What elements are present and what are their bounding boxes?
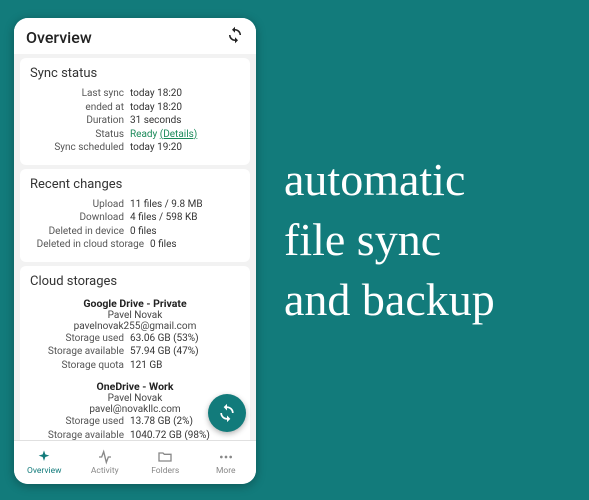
storage-name: OneDrive - Work [30, 380, 240, 393]
folder-icon [157, 449, 173, 465]
label: Storage available [30, 345, 130, 359]
row-ended: ended at today 18:20 [30, 101, 240, 115]
row-status: Status Ready (Details) [30, 128, 240, 142]
storage-name: Google Drive - Private [30, 297, 240, 310]
label: Storage available [30, 429, 130, 441]
value: 63.06 GB (53%) [130, 332, 240, 346]
more-icon [218, 449, 234, 465]
marketing-line: automatic [284, 150, 495, 210]
sync-fab[interactable] [208, 394, 246, 432]
sync-status-title: Sync status [30, 66, 240, 81]
label: Download [30, 211, 130, 225]
label: Upload [30, 198, 130, 212]
nav-label: Activity [91, 466, 119, 476]
recent-changes-title: Recent changes [30, 177, 240, 192]
value: today 18:20 [130, 101, 240, 115]
storage-email: pavelnovak255@gmail.com [30, 321, 240, 332]
row-avail: Storage available 57.94 GB (47%) [30, 345, 240, 359]
value: 0 files [130, 225, 240, 239]
storage-user: Pavel Novak [30, 310, 240, 321]
nav-label: Folders [151, 466, 179, 476]
activity-icon [97, 449, 113, 465]
row-download: Download 4 files / 598 KB [30, 211, 240, 225]
value: 31 seconds [130, 114, 240, 128]
label: Storage used [30, 332, 130, 346]
sync-status-card: Sync status Last sync today 18:20 ended … [20, 58, 250, 165]
marketing-line: file sync [284, 210, 495, 270]
nav-label: More [216, 466, 236, 476]
label: Duration [30, 114, 130, 128]
value: today 18:20 [130, 87, 240, 101]
status-ready: Ready [130, 129, 157, 140]
appbar: Overview [14, 18, 256, 54]
nav-overview[interactable]: Overview [14, 441, 75, 484]
nav-label: Overview [27, 466, 61, 476]
row-duration: Duration 31 seconds [30, 114, 240, 128]
marketing-text: automatic file sync and backup [284, 150, 495, 329]
value: 11 files / 9.8 MB [130, 198, 240, 212]
nav-activity[interactable]: Activity [75, 441, 136, 484]
content-scroll[interactable]: Sync status Last sync today 18:20 ended … [14, 54, 256, 440]
label: Status [30, 128, 130, 142]
nav-more[interactable]: More [196, 441, 257, 484]
row-deleted-cloud: Deleted in cloud storage 0 files [30, 238, 240, 252]
details-link[interactable]: (Details) [160, 129, 198, 140]
phone-frame: Overview Sync status Last sync today 18:… [14, 18, 256, 484]
row-upload: Upload 11 files / 9.8 MB [30, 198, 240, 212]
bottom-nav: Overview Activity Folders More [14, 440, 256, 484]
row-last-sync: Last sync today 18:20 [30, 87, 240, 101]
label: Deleted in cloud storage [30, 238, 150, 252]
row-avail: Storage available 1040.72 GB (98%) [30, 429, 240, 441]
sync-icon [217, 403, 237, 423]
row-used: Storage used 63.06 GB (53%) [30, 332, 240, 346]
storage-account[interactable]: Google Drive - Private Pavel Novak pavel… [30, 297, 240, 373]
value: 4 files / 598 KB [130, 211, 240, 225]
label: Storage quota [30, 359, 130, 373]
recent-changes-card: Recent changes Upload 11 files / 9.8 MB … [20, 169, 250, 262]
marketing-line: and backup [284, 270, 495, 330]
value: 0 files [150, 238, 240, 252]
row-quota: Storage quota 121 GB [30, 359, 240, 373]
cloud-storages-title: Cloud storages [30, 274, 240, 289]
value: Ready (Details) [130, 128, 240, 142]
label: Sync scheduled [30, 141, 130, 155]
sync-button[interactable] [226, 26, 244, 48]
storage-user: Pavel Novak [30, 393, 240, 404]
nav-folders[interactable]: Folders [135, 441, 196, 484]
sparkle-icon [36, 449, 52, 465]
row-deleted-device: Deleted in device 0 files [30, 225, 240, 239]
sync-icon [226, 26, 244, 44]
row-scheduled: Sync scheduled today 19:20 [30, 141, 240, 155]
label: Storage used [30, 415, 130, 429]
label: ended at [30, 101, 130, 115]
label: Last sync [30, 87, 130, 101]
label: Deleted in device [30, 225, 130, 239]
page-title: Overview [26, 28, 92, 47]
value: today 19:20 [130, 141, 240, 155]
value: 57.94 GB (47%) [130, 345, 240, 359]
value: 121 GB [130, 359, 240, 373]
